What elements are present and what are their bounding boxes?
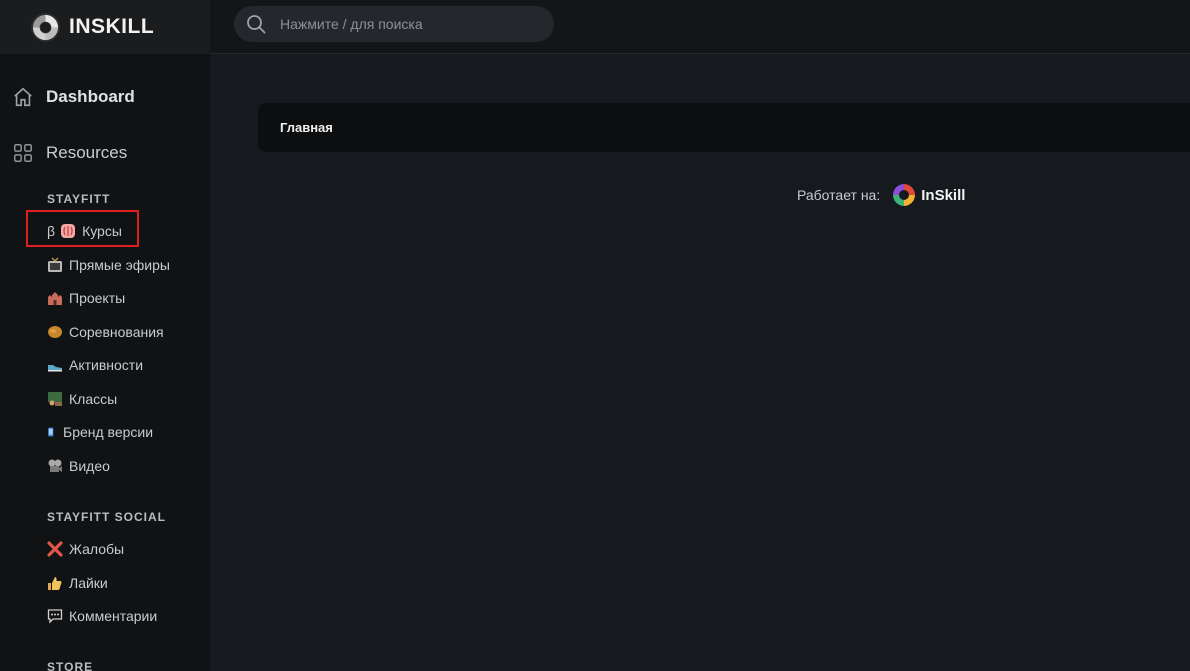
section-title-social: STAYFITT SOCIAL bbox=[47, 510, 167, 524]
sidebar-item-label: Проекты bbox=[69, 290, 126, 306]
app-root: INSKILL Dashboard Resources STAYFITT β К… bbox=[0, 0, 1190, 671]
sidebar-item-label: Прямые эфиры bbox=[69, 257, 170, 273]
film-reel-icon bbox=[48, 459, 62, 472]
sidebar-item-likes[interactable]: Лайки bbox=[47, 575, 108, 591]
sidebar-item-label: Классы bbox=[69, 391, 118, 407]
sidebar-item-label: Лайки bbox=[69, 575, 108, 591]
powered-name[interactable]: InSkill bbox=[921, 187, 965, 204]
sidebar-item-label: Соревнования bbox=[69, 324, 164, 340]
sidebar-item-classes[interactable]: Классы bbox=[47, 391, 117, 407]
nav-resources-label: Resources bbox=[46, 143, 128, 162]
sidebar-item-label: Жалобы bbox=[69, 541, 125, 557]
search-icon bbox=[247, 15, 266, 34]
tv-icon bbox=[48, 257, 62, 272]
sidebar-item-projects[interactable]: Проекты bbox=[47, 290, 125, 306]
highlight-box bbox=[26, 210, 139, 247]
page-title: Главная bbox=[280, 120, 333, 135]
brand[interactable]: INSKILL bbox=[0, 0, 210, 54]
sidebar-item-video[interactable]: Видео bbox=[47, 458, 110, 474]
inskill-color-logo-icon[interactable] bbox=[892, 183, 916, 207]
class-icon bbox=[48, 392, 62, 406]
thumbs-up-icon bbox=[48, 577, 62, 590]
cross-icon bbox=[47, 541, 63, 557]
powered-by: Работает на: InSkill bbox=[797, 183, 965, 207]
sidebar-item-comments[interactable]: Комментарии bbox=[47, 608, 157, 624]
nav-resources[interactable]: Resources bbox=[12, 142, 127, 164]
glove-icon bbox=[48, 326, 62, 338]
topbar bbox=[210, 0, 1190, 54]
section-title-stayfitt: STAYFITT bbox=[47, 192, 111, 206]
sidebar-item-label: Бренд версии bbox=[63, 424, 154, 440]
section-title-store: STORE bbox=[47, 660, 94, 671]
sneaker-icon bbox=[48, 365, 62, 372]
search-input[interactable] bbox=[278, 15, 538, 33]
speech-bubble-icon bbox=[47, 609, 63, 624]
nav-dashboard-label: Dashboard bbox=[46, 87, 135, 106]
grid-icon bbox=[14, 144, 32, 162]
castle-icon bbox=[48, 292, 62, 305]
sidebar-item-complaints[interactable]: Жалобы bbox=[47, 541, 124, 557]
brand-name: INSKILL bbox=[69, 15, 155, 38]
inskill-logo-icon bbox=[30, 12, 61, 42]
search-bar[interactable] bbox=[234, 6, 554, 42]
page-header-card: Главная bbox=[258, 103, 1190, 152]
sidebar-item-live[interactable]: Прямые эфиры bbox=[47, 257, 170, 273]
phone-icon bbox=[48, 427, 54, 437]
sidebar-item-label: Комментарии bbox=[69, 608, 158, 624]
home-icon bbox=[14, 87, 32, 107]
powered-label: Работает на: bbox=[797, 187, 881, 203]
nav-dashboard[interactable]: Dashboard bbox=[12, 86, 135, 108]
sidebar-item-activities[interactable]: Активности bbox=[47, 357, 143, 373]
sidebar-item-label: Видео bbox=[69, 458, 110, 474]
sidebar: INSKILL Dashboard Resources STAYFITT β К… bbox=[0, 0, 210, 671]
sidebar-item-label: Активности bbox=[69, 357, 144, 373]
sidebar-item-competitions[interactable]: Соревнования bbox=[47, 324, 164, 340]
sidebar-item-brand-versions[interactable]: Бренд версии bbox=[47, 424, 153, 440]
